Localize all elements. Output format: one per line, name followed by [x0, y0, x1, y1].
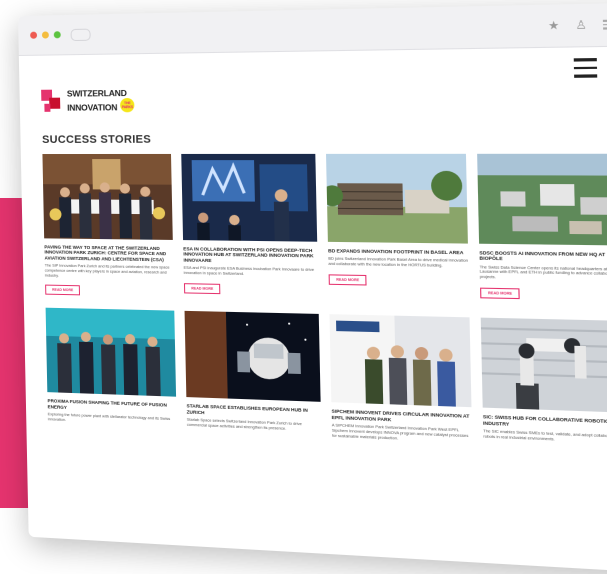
story-card[interactable]: SDSC BOOSTS AI INNOVATION FROM NEW HQ AT…	[477, 153, 607, 308]
story-image-ceremony[interactable]	[42, 153, 172, 239]
site-logo[interactable]: SWITZERLAND INNOVATIONTHE PARKS	[41, 83, 607, 115]
story-excerpt: A SIPCHEM Innovation Park Switzerland In…	[332, 424, 473, 445]
story-card[interactable]: PAVING THE WAY TO SPACE AT THE SWITZERLA…	[42, 153, 174, 298]
read-more-button[interactable]: READ MORE	[329, 274, 367, 285]
read-more-button[interactable]: READ MORE	[184, 283, 221, 294]
browser-window: ★ ♙ SWITZERLAND INNOVATIONTHE PARKS SUCC…	[18, 2, 607, 574]
story-title[interactable]: STARLAB SPACE ESTABLISHES EUROPEAN HUB I…	[186, 404, 321, 420]
section-title: SUCCESS STORIES	[42, 131, 607, 145]
website-page: SWITZERLAND INNOVATIONTHE PARKS SUCCESS …	[19, 46, 607, 453]
site-header	[41, 57, 607, 83]
story-excerpt: The SIC enables Swiss SMEs to test, vali…	[483, 429, 607, 445]
stories-grid: PAVING THE WAY TO SPACE AT THE SWITZERLA…	[42, 153, 607, 452]
story-image-space[interactable]	[185, 311, 321, 402]
story-excerpt: BD joins Switzerland Innovation Park Bas…	[328, 257, 468, 269]
story-card[interactable]: ESA IN COLLABORATION WITH PSI OPENS DEEP…	[181, 153, 318, 301]
story-title[interactable]: BD EXPANDS INNOVATION FOOTPRINT IN BASEL…	[328, 248, 468, 256]
close-window-icon[interactable]	[30, 32, 37, 39]
swiss-cross-logo-icon	[41, 89, 63, 115]
story-image-group[interactable]	[329, 315, 471, 408]
story-title[interactable]: ESA IN COLLABORATION WITH PSI OPENS DEEP…	[183, 246, 318, 265]
window-controls	[30, 31, 61, 39]
logo-badge: THE PARKS	[120, 97, 134, 111]
read-more-button[interactable]: READ MORE	[45, 285, 80, 296]
story-excerpt: The SIP Innovation Park Zurich and its p…	[45, 263, 174, 280]
minimize-window-icon[interactable]	[42, 31, 49, 38]
story-title[interactable]: PAVING THE WAY TO SPACE AT THE SWITZERLA…	[44, 244, 173, 263]
profile-icon[interactable]: ♙	[575, 18, 587, 32]
browser-menu-icon[interactable]	[603, 20, 607, 29]
address-bar[interactable]	[71, 28, 91, 40]
story-card[interactable]: STARLAB SPACE ESTABLISHES EUROPEAN HUB I…	[185, 311, 322, 438]
read-more-button[interactable]: READ MORE	[480, 287, 520, 299]
story-title[interactable]: SDSC BOOSTS AI INNOVATION FROM NEW HQ AT…	[479, 250, 607, 264]
story-image-team[interactable]	[46, 308, 176, 397]
story-card[interactable]: SIC: SWISS HUB FOR COLLABORATIVE ROBOTIC…	[481, 318, 607, 451]
bookmark-star-icon[interactable]: ★	[548, 18, 560, 32]
story-card[interactable]: SIPCHEM INNOVENT DRIVES CIRCULAR INNOVAT…	[329, 315, 472, 445]
story-image-building[interactable]	[326, 153, 468, 243]
logo-wordmark: SWITZERLAND INNOVATIONTHE PARKS	[67, 88, 135, 112]
browser-actions: ★ ♙	[548, 17, 607, 32]
story-excerpt: Exploring the future power plant with st…	[48, 413, 177, 428]
logo-line-1: SWITZERLAND	[67, 88, 134, 98]
maximize-window-icon[interactable]	[54, 31, 61, 38]
story-card[interactable]: BD EXPANDS INNOVATION FOOTPRINT IN BASEL…	[326, 153, 469, 305]
logo-line-2: INNOVATION	[67, 102, 117, 112]
story-title[interactable]: SIPCHEM INNOVENT DRIVES CIRCULAR INNOVAT…	[331, 409, 471, 426]
menu-hamburger-icon[interactable]	[574, 58, 597, 77]
story-title[interactable]: PROXIMA FUSION SHAPING THE FUTURE OF FUS…	[47, 399, 176, 415]
story-excerpt: Starlab Space selects Switzerland Innova…	[187, 418, 322, 433]
story-image-tech-hub[interactable]	[181, 153, 317, 241]
story-excerpt: The Swiss Data Science Center opens its …	[480, 265, 607, 283]
story-image-robot[interactable]	[481, 318, 607, 413]
story-image-aerial[interactable]	[477, 153, 607, 245]
story-excerpt: ESA and PSI inaugurate ESA Business incu…	[184, 266, 318, 278]
story-card[interactable]: PROXIMA FUSION SHAPING THE FUTURE OF FUS…	[46, 308, 177, 432]
